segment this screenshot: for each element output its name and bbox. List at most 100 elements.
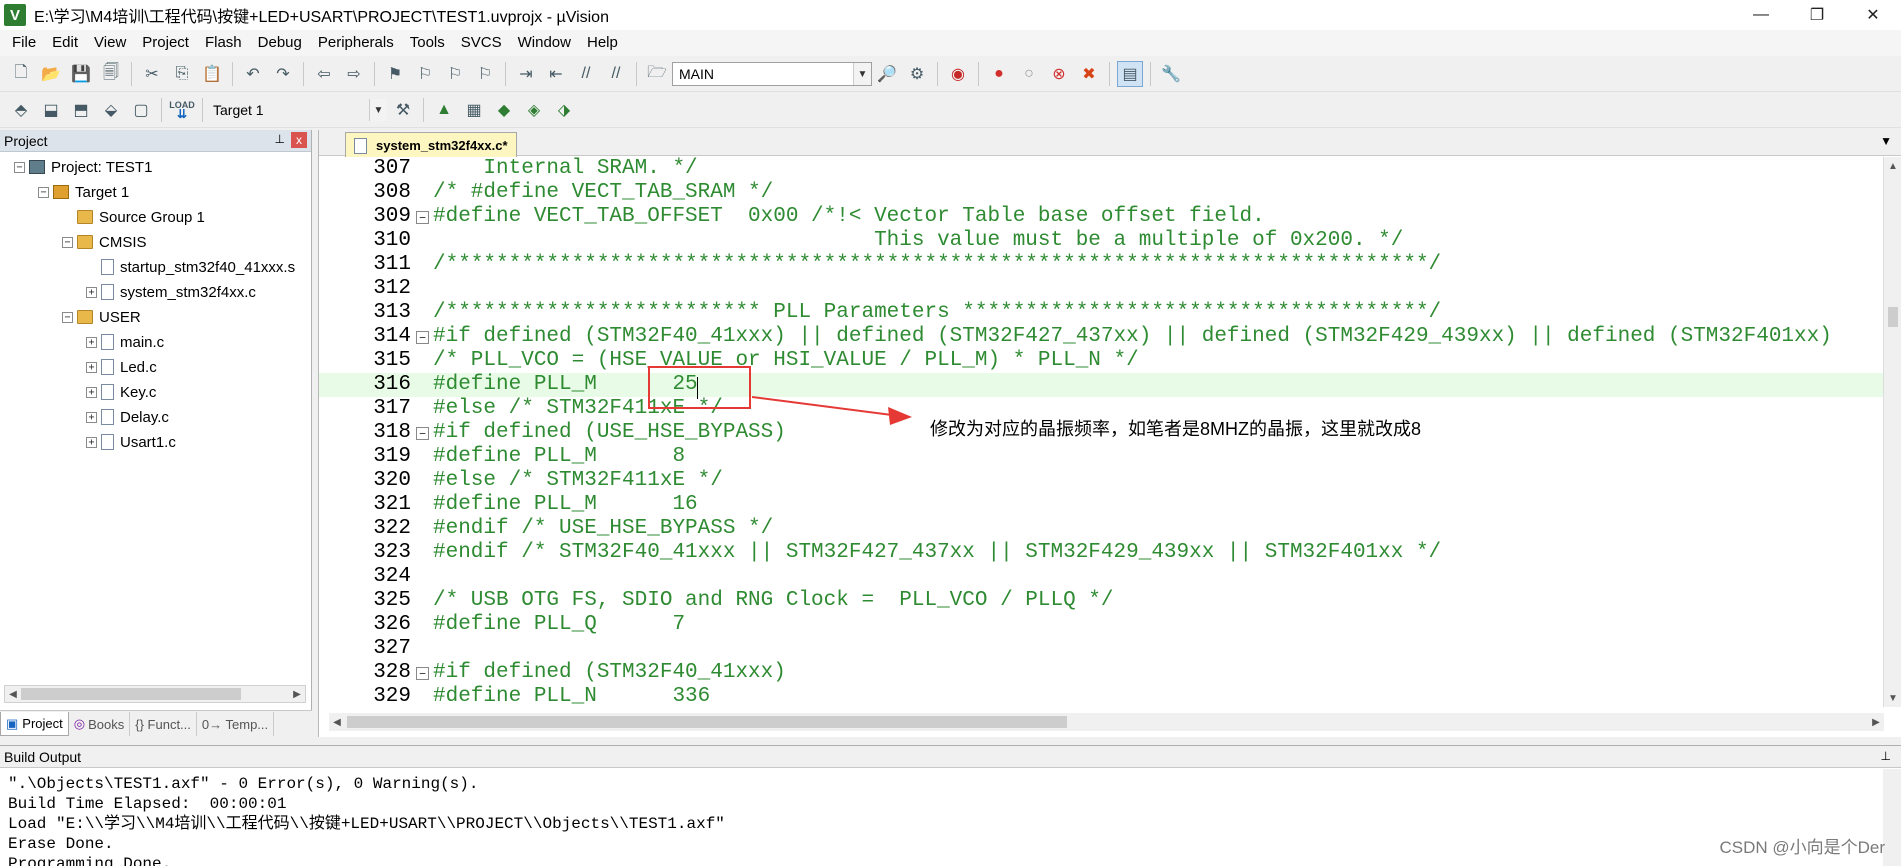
code-line[interactable]: 324 bbox=[319, 565, 1884, 589]
expand-icon[interactable]: + bbox=[86, 336, 97, 348]
code-line[interactable]: 326 #define PLL_Q 7 bbox=[319, 613, 1884, 637]
menu-debug[interactable]: Debug bbox=[250, 30, 310, 56]
code-line[interactable]: 308 /* #define VECT_TAB_SRAM */ bbox=[319, 181, 1884, 205]
undo-icon[interactable]: ↶ bbox=[240, 61, 266, 87]
uncomment-icon[interactable]: // bbox=[603, 61, 629, 87]
code-line[interactable]: 322 #endif /* USE_HSE_BYPASS */ bbox=[319, 517, 1884, 541]
tree-item[interactable]: startup_stm32f40_41xxx.s bbox=[86, 256, 295, 278]
tab-functions[interactable]: {} Funct... bbox=[130, 712, 197, 736]
save-all-icon[interactable]: 🗐 bbox=[98, 61, 124, 87]
paste-icon[interactable]: 📋 bbox=[199, 61, 225, 87]
tree-item[interactable]: + Led.c bbox=[86, 356, 157, 378]
configure-icon[interactable]: 🔧 bbox=[1158, 61, 1184, 87]
next-bookmark-icon[interactable]: ⚐ bbox=[442, 61, 468, 87]
minimize-button[interactable]: — bbox=[1733, 0, 1789, 30]
translate-icon[interactable]: ⬘ bbox=[8, 97, 34, 123]
expand-icon[interactable]: + bbox=[86, 436, 97, 448]
comment-icon[interactable]: // bbox=[573, 61, 599, 87]
tree-item[interactable]: − Target 1 bbox=[38, 181, 129, 203]
code-line[interactable]: 323 #endif /* STM32F40_41xxx || STM32F427… bbox=[319, 541, 1884, 565]
scroll-right-icon[interactable]: ▶ bbox=[1868, 713, 1884, 731]
new-file-icon[interactable]: 🗋 bbox=[8, 61, 34, 87]
target-options-icon[interactable]: ⚒ bbox=[390, 97, 416, 123]
build-output-scrollbar[interactable] bbox=[1883, 769, 1901, 866]
rebuild-icon[interactable]: ⬒ bbox=[68, 97, 94, 123]
tree-item[interactable]: + Key.c bbox=[86, 381, 156, 403]
tab-books[interactable]: ◎ Books bbox=[69, 712, 131, 736]
unindent-icon[interactable]: ⇤ bbox=[543, 61, 569, 87]
code-line[interactable]: 314− #if defined (STM32F40_41xxx) || defi… bbox=[319, 325, 1884, 349]
menu-view[interactable]: View bbox=[86, 30, 134, 56]
window-layout-icon[interactable]: ▤ bbox=[1117, 61, 1143, 87]
save-icon[interactable]: 💾 bbox=[68, 61, 94, 87]
pin-icon[interactable]: ⊥ bbox=[1881, 749, 1891, 763]
code-line[interactable]: 329 #define PLL_N 336 bbox=[319, 685, 1884, 707]
maximize-button[interactable]: ❐ bbox=[1789, 0, 1845, 30]
code-line[interactable]: 313 /************************* PLL Parame… bbox=[319, 301, 1884, 325]
manage-project-items-icon[interactable]: ▲ bbox=[431, 97, 457, 123]
fold-toggle-icon[interactable]: − bbox=[416, 211, 429, 224]
copy-icon[interactable]: ⎘ bbox=[169, 61, 195, 87]
redo-icon[interactable]: ↷ bbox=[270, 61, 296, 87]
open-file-icon[interactable]: 📂 bbox=[38, 61, 64, 87]
scrollbar-thumb[interactable] bbox=[347, 716, 1067, 728]
prev-bookmark-icon[interactable]: ⚐ bbox=[412, 61, 438, 87]
code-line[interactable]: 309− #define VECT_TAB_OFFSET 0x00 /*!< Ve… bbox=[319, 205, 1884, 229]
expand-icon[interactable]: + bbox=[86, 386, 97, 398]
menu-peripherals[interactable]: Peripherals bbox=[310, 30, 402, 56]
code-line[interactable]: 325 /* USB OTG FS, SDIO and RNG Clock = P… bbox=[319, 589, 1884, 613]
editor-horizontal-scrollbar[interactable]: ◀ ▶ bbox=[329, 713, 1884, 731]
fold-toggle-icon[interactable]: − bbox=[416, 667, 429, 680]
chevron-down-icon[interactable]: ▼ bbox=[369, 99, 387, 121]
menu-svcs[interactable]: SVCS bbox=[453, 30, 510, 56]
menu-file[interactable]: File bbox=[4, 30, 44, 56]
menu-project[interactable]: Project bbox=[134, 30, 197, 56]
tree-item[interactable]: + main.c bbox=[86, 331, 164, 353]
tree-item[interactable]: − CMSIS bbox=[62, 231, 147, 253]
code-line[interactable]: 310 This value must be a multiple of 0x2… bbox=[319, 229, 1884, 253]
code-line[interactable]: 327 bbox=[319, 637, 1884, 661]
code-line[interactable]: 320 #else /* STM32F411xE */ bbox=[319, 469, 1884, 493]
cut-icon[interactable]: ✂ bbox=[139, 61, 165, 87]
code-line[interactable]: 312 bbox=[319, 277, 1884, 301]
tree-item[interactable]: − Project: TEST1 bbox=[14, 156, 152, 178]
menu-help[interactable]: Help bbox=[579, 30, 626, 56]
find-in-files-icon[interactable]: 🗁 bbox=[644, 61, 670, 87]
scrollbar-thumb[interactable] bbox=[1888, 307, 1898, 327]
code-line[interactable]: 315 /* PLL_VCO = (HSE_VALUE or HSI_VALUE … bbox=[319, 349, 1884, 373]
scrollbar-thumb[interactable] bbox=[21, 688, 241, 700]
tree-item[interactable]: + system_stm32f4xx.c bbox=[86, 281, 256, 303]
code-line[interactable]: 321 #define PLL_M 16 bbox=[319, 493, 1884, 517]
build-icon[interactable]: ⬓ bbox=[38, 97, 64, 123]
chevron-down-icon[interactable]: ▼ bbox=[853, 63, 871, 85]
indent-icon[interactable]: ⇥ bbox=[513, 61, 539, 87]
find-combo[interactable]: MAIN ▼ bbox=[672, 62, 872, 86]
tree-item[interactable]: + Delay.c bbox=[86, 406, 169, 428]
code-line[interactable]: 311 /************************************… bbox=[319, 253, 1884, 277]
scroll-left-icon[interactable]: ◀ bbox=[5, 686, 21, 702]
scroll-up-icon[interactable]: ▲ bbox=[1884, 157, 1901, 175]
fold-toggle-icon[interactable]: − bbox=[416, 427, 429, 440]
expand-icon[interactable]: + bbox=[86, 286, 97, 298]
disable-all-breakpoints-icon[interactable]: ⊗ bbox=[1046, 61, 1072, 87]
close-icon[interactable]: x bbox=[291, 132, 307, 148]
find-icon[interactable]: 🔎 bbox=[874, 61, 900, 87]
code-line[interactable]: 307 Internal SRAM. */ bbox=[319, 157, 1884, 181]
batch-build-icon[interactable]: ⬙ bbox=[98, 97, 124, 123]
manage-runtime-icon[interactable]: ◈ bbox=[521, 97, 547, 123]
manage-environment-icon[interactable]: ⬗ bbox=[551, 97, 577, 123]
tree-item[interactable]: Source Group 1 bbox=[62, 206, 205, 228]
editor-vertical-scrollbar[interactable]: ▲ ▼ bbox=[1883, 157, 1901, 707]
collapse-icon[interactable]: − bbox=[14, 161, 25, 173]
close-button[interactable]: ✕ bbox=[1845, 0, 1901, 30]
expand-icon[interactable]: + bbox=[86, 361, 97, 373]
collapse-icon[interactable]: − bbox=[62, 236, 73, 248]
stop-build-icon[interactable]: ▢ bbox=[128, 97, 154, 123]
pack-installer-icon[interactable]: ◆ bbox=[491, 97, 517, 123]
clear-bookmarks-icon[interactable]: ⚐ bbox=[472, 61, 498, 87]
pin-icon[interactable]: ⊥ bbox=[275, 132, 285, 146]
editor-tab-system-stm32f4xx[interactable]: system_stm32f4xx.c* bbox=[345, 132, 517, 157]
select-packs-icon[interactable]: ▦ bbox=[461, 97, 487, 123]
menu-flash[interactable]: Flash bbox=[197, 30, 250, 56]
scroll-down-icon[interactable]: ▼ bbox=[1884, 689, 1901, 707]
